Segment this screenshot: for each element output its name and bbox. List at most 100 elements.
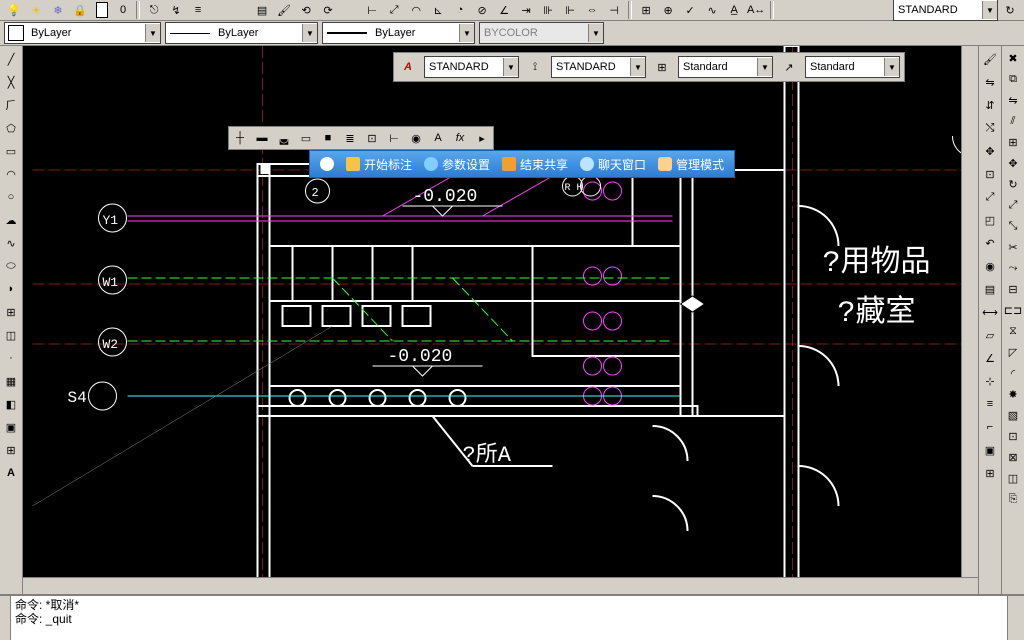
admin-mode-button[interactable]: 管理模式 xyxy=(658,156,724,173)
xline-icon[interactable]: ╳ xyxy=(0,71,22,93)
dim-style-combo[interactable]: ▼ xyxy=(551,56,646,78)
plotstyle-combo[interactable]: ▼ xyxy=(479,22,604,44)
tolerance-icon[interactable]: ⊞ xyxy=(636,0,656,20)
dim-quick-icon[interactable]: ⇥ xyxy=(516,0,536,20)
tool-icon[interactable]: ⎋ xyxy=(144,0,164,20)
linetype-input[interactable] xyxy=(214,27,302,39)
ellipse-arc-icon[interactable]: ◗ xyxy=(0,278,22,300)
trim-icon[interactable]: ✂ xyxy=(1003,237,1023,257)
zoom-prev-icon[interactable]: ↶ xyxy=(979,232,1001,254)
region-icon[interactable]: ▣ xyxy=(0,416,22,438)
dim-ordinate-icon[interactable]: ⊾ xyxy=(428,0,448,20)
sun-icon[interactable]: ☀ xyxy=(26,0,46,20)
pan-icon[interactable]: ✥ xyxy=(979,140,1001,162)
text-style-input[interactable] xyxy=(425,61,503,73)
array-icon[interactable]: ⊞ xyxy=(1003,132,1023,152)
dim-update-icon[interactable]: ↻ xyxy=(1000,0,1020,20)
lock-icon[interactable]: 🔒 xyxy=(70,0,90,20)
cmd-drag-handle[interactable] xyxy=(0,596,11,640)
table-style-combo[interactable]: ▼ xyxy=(678,56,773,78)
bedit-icon[interactable]: ◫ xyxy=(1003,468,1023,488)
more-icon[interactable]: ▸ xyxy=(471,127,493,149)
chevron-down-icon[interactable]: ▼ xyxy=(757,58,772,76)
dim-arc-icon[interactable]: ◠ xyxy=(406,0,426,20)
dim-edit-icon[interactable]: A̲ xyxy=(724,0,744,20)
dim-linear-icon[interactable]: ⊢ xyxy=(362,0,382,20)
orbit-icon[interactable]: ◉ xyxy=(979,255,1001,277)
chat-button[interactable]: 聊天窗口 xyxy=(580,156,646,173)
chevron-down-icon[interactable]: ▼ xyxy=(982,1,997,19)
area-icon[interactable]: ▱ xyxy=(979,324,1001,346)
layer-iso-icon[interactable]: ▤ xyxy=(979,278,1001,300)
ucs-icon[interactable]: ⌐ xyxy=(979,416,1001,438)
fx-icon[interactable]: fx xyxy=(449,127,471,149)
center-mark-icon[interactable]: ⊕ xyxy=(658,0,678,20)
inspect-icon[interactable]: ✓ xyxy=(680,0,700,20)
tool-icon[interactable]: ⟳ xyxy=(318,0,338,20)
grips-icon[interactable]: ⊡ xyxy=(979,163,1001,185)
break-pt-icon[interactable]: ⊟ xyxy=(1003,279,1023,299)
dim-style-icon[interactable]: ⟟ xyxy=(525,57,545,77)
polygon-icon[interactable]: ⬠ xyxy=(0,117,22,139)
xref-icon[interactable]: ⎘ xyxy=(1003,489,1023,509)
start-annotate-button[interactable]: 开始标注 xyxy=(346,156,412,173)
offset-icon[interactable]: ⫽ xyxy=(1003,111,1023,131)
insert-block-icon[interactable]: ⊞ xyxy=(0,301,22,323)
table-style-input[interactable] xyxy=(679,61,757,73)
axis-icon[interactable]: ┼ xyxy=(229,127,251,149)
id-icon[interactable]: ⊹ xyxy=(979,370,1001,392)
dim-radius-icon[interactable]: ◔ xyxy=(450,0,470,20)
dim-space-icon[interactable]: ⇔ xyxy=(582,0,602,20)
group-icon[interactable]: ⊡ xyxy=(1003,426,1023,446)
tool-icon[interactable]: ≡ xyxy=(188,0,208,20)
drawing-canvas[interactable]: A ▼ ⟟ ▼ ⊞ ▼ ↗ ▼ ┼ ▬ ◛ ▭ ■ ≣ ⊡ ⊢ ◉ A fx ▸ xyxy=(23,46,978,594)
pline-icon[interactable]: ⺁ xyxy=(0,94,22,116)
dimstyle-combo[interactable]: ▼ xyxy=(893,0,998,21)
make-block-icon[interactable]: ◫ xyxy=(0,324,22,346)
flip-icon[interactable]: ⤭ xyxy=(979,117,1001,139)
explode-icon[interactable]: ✸ xyxy=(1003,384,1023,404)
table-style-icon[interactable]: ⊞ xyxy=(652,57,672,77)
dim-baseline-icon[interactable]: ⊪ xyxy=(538,0,558,20)
mirror-h-icon[interactable]: ⇋ xyxy=(979,71,1001,93)
copy-icon[interactable]: ⧉ xyxy=(1003,69,1023,89)
jog-icon[interactable]: ∿ xyxy=(702,0,722,20)
chevron-down-icon[interactable]: ▼ xyxy=(884,58,899,76)
text-icon[interactable]: A xyxy=(427,127,449,149)
layer-color-icon[interactable] xyxy=(92,0,112,20)
props-icon[interactable]: ▤ xyxy=(252,0,272,20)
dim-diameter-icon[interactable]: ⊘ xyxy=(472,0,492,20)
ellipse-icon[interactable]: ⬭ xyxy=(0,255,22,277)
paint-icon[interactable]: 🖌 xyxy=(979,48,1001,70)
line-icon[interactable]: ╱ xyxy=(0,48,22,70)
dim-aligned-icon[interactable]: ⤢ xyxy=(384,0,404,20)
dim-continue-icon[interactable]: ⊩ xyxy=(560,0,580,20)
symbol-icon[interactable]: ◉ xyxy=(405,127,427,149)
spline-icon[interactable]: ∿ xyxy=(0,232,22,254)
light-bulb-icon[interactable]: 💡 xyxy=(4,0,24,20)
lineweight-combo[interactable]: ▼ xyxy=(322,22,475,44)
erase-icon[interactable]: ✖ xyxy=(1003,48,1023,68)
dim-style-input[interactable] xyxy=(552,61,630,73)
rect-icon[interactable]: ▭ xyxy=(0,140,22,162)
chevron-down-icon[interactable]: ▼ xyxy=(630,58,645,76)
canvas-vscrollbar[interactable] xyxy=(961,46,978,578)
dimstyle-input[interactable] xyxy=(894,4,982,16)
draworder-icon[interactable]: ▧ xyxy=(1003,405,1023,425)
dim-angular-icon[interactable]: ∠ xyxy=(494,0,514,20)
match-icon[interactable]: 🖌 xyxy=(274,0,294,20)
dist-icon[interactable]: ⟷ xyxy=(979,301,1001,323)
mtext-icon[interactable]: A xyxy=(0,462,22,484)
cmd-scrollbar[interactable] xyxy=(1007,596,1024,640)
params-button[interactable]: 参数设置 xyxy=(424,156,490,173)
tool-icon[interactable]: ↯ xyxy=(166,0,186,20)
table-icon[interactable]: ⊞ xyxy=(0,439,22,461)
mirror-icon[interactable]: ⇋ xyxy=(1003,90,1023,110)
gradient-icon[interactable]: ◧ xyxy=(0,393,22,415)
move-icon[interactable]: ✥ xyxy=(1003,153,1023,173)
mleader-style-icon[interactable]: ↗ xyxy=(779,57,799,77)
collab-search-button[interactable] xyxy=(320,157,334,171)
mleader-style-combo[interactable]: ▼ xyxy=(805,56,900,78)
window-icon[interactable]: ▭ xyxy=(295,127,317,149)
layer-color-input[interactable] xyxy=(27,27,145,39)
